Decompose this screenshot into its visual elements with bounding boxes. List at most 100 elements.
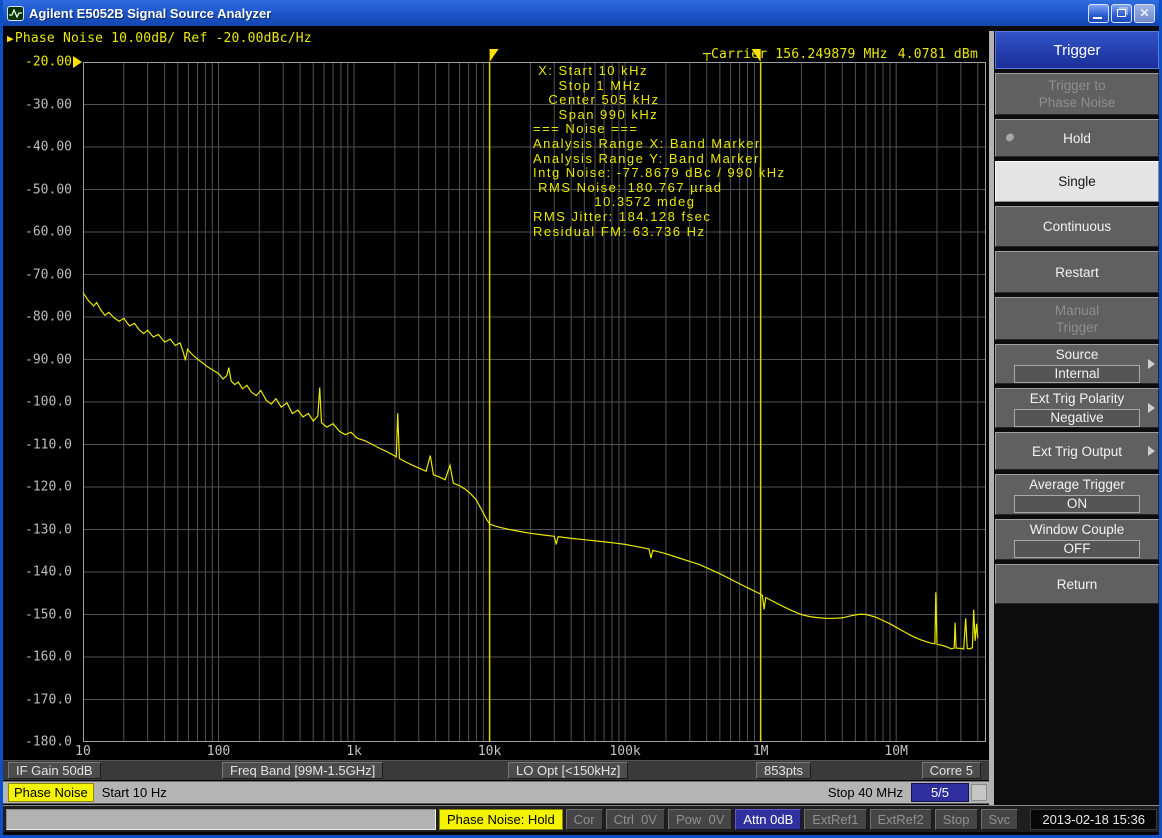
- analysis-line: Analysis Range X: Band Marker: [533, 137, 786, 152]
- analysis-line: 10.3572 mdeg: [533, 195, 786, 210]
- softkey-label: Trigger to Phase Noise: [1039, 77, 1116, 111]
- softkey-average-trigger[interactable]: Average Trigger ON: [995, 474, 1159, 515]
- phase-noise-chart-panel: ▶Phase Noise 10.00dB/ Ref -20.00dBc/Hz ┬…: [3, 26, 989, 805]
- x-tick-label: 100: [207, 744, 230, 759]
- menu-title: Trigger: [995, 31, 1159, 69]
- softkey-trigger-to-phase-noise[interactable]: Trigger to Phase Noise: [995, 73, 1159, 115]
- entry-readout-panel: [6, 809, 436, 830]
- app-window: Agilent E5052B Signal Source Analyzer ✕ …: [0, 0, 1162, 838]
- x-tick-label: 10M: [884, 744, 907, 759]
- carrier-frequency: ┬Carrier 156.249879 MHz: [703, 47, 888, 62]
- softkey-source[interactable]: Source Internal: [995, 344, 1159, 384]
- softkey-label: Restart: [1055, 264, 1099, 281]
- y-tick-label: -50.00: [25, 182, 72, 197]
- submenu-arrow-icon: [1148, 446, 1155, 456]
- rf-setting-if-gain: IF Gain 50dB: [8, 762, 101, 779]
- softkey-label: Ext Trig Polarity: [1030, 390, 1125, 407]
- softkey-manual-trigger[interactable]: Manual Trigger: [995, 297, 1159, 340]
- x-tick-label: 100k: [609, 744, 640, 759]
- minimize-icon: [1093, 17, 1102, 19]
- page-indicator-tail: [971, 784, 987, 801]
- y-tick-label: -150.0: [25, 607, 72, 622]
- y-tick-label: -100.0: [25, 395, 72, 410]
- close-icon: ✕: [1135, 5, 1154, 22]
- title-bar: Agilent E5052B Signal Source Analyzer ✕: [3, 0, 1159, 26]
- analysis-line: Residual FM: 63.736 Hz: [533, 225, 786, 240]
- restore-button[interactable]: [1111, 4, 1132, 23]
- softkey-menu-panel: Trigger Trigger to Phase Noise Hold Single…: [989, 26, 1159, 805]
- y-tick-label: -130.0: [25, 522, 72, 537]
- y-tick-label: -40.00: [25, 140, 72, 155]
- softkey-restart[interactable]: Restart: [995, 251, 1159, 293]
- status-2013-02-18-15-36: 2013-02-18 15:36: [1030, 809, 1157, 830]
- status-ctrl-0v: Ctrl 0V: [606, 809, 665, 830]
- window-title: Agilent E5052B Signal Source Analyzer: [29, 6, 1086, 21]
- y-tick-label: -80.00: [25, 310, 72, 325]
- sweep-start-label: Start 10 Hz: [102, 785, 167, 800]
- reference-level-arrow-icon: [73, 56, 82, 68]
- main-area: ▶Phase Noise 10.00dB/ Ref -20.00dBc/Hz ┬…: [3, 26, 1159, 832]
- analysis-line: Stop 1 MHz: [533, 79, 786, 94]
- y-tick-label: -110.0: [25, 437, 72, 452]
- softkey-label: Hold: [1063, 130, 1091, 147]
- trace-marker-icon: ▶: [7, 32, 14, 45]
- x-tick-label: 10: [75, 744, 91, 759]
- status-pow-0v: Pow 0V: [668, 809, 732, 830]
- softkey-window-couple[interactable]: Window Couple OFF: [995, 519, 1159, 560]
- analysis-line: === Noise ===: [533, 122, 786, 137]
- softkey-hold[interactable]: Hold: [995, 119, 1159, 157]
- y-tick-label: -60.00: [25, 225, 72, 240]
- x-tick-label: 1k: [346, 744, 362, 759]
- y-tick-label: -20.00: [25, 55, 72, 70]
- restore-icon: [1117, 9, 1126, 17]
- waveform-app-icon: [7, 6, 24, 21]
- softkey-label: Return: [1057, 576, 1098, 593]
- y-axis-labels: -20.00-30.00-40.00-50.00-60.00-70.00-80.…: [3, 62, 72, 742]
- status-extref2: ExtRef2: [870, 809, 932, 830]
- rf-setting-freq-band: Freq Band [99M-1.5GHz]: [222, 762, 383, 779]
- y-tick-label: -180.0: [25, 735, 72, 750]
- x-axis-labels: 101001k10k100k1M10M: [83, 744, 986, 760]
- submenu-arrow-icon: [1148, 359, 1155, 369]
- noise-analysis-readout: X: Start 10 kHz Stop 1 MHz Center 505 kH…: [533, 64, 786, 239]
- softkey-label: Manual Trigger: [1055, 302, 1099, 336]
- analysis-line: RMS Jitter: 184.128 fsec: [533, 210, 786, 225]
- analysis-line: Intg Noise: -77.8679 dBc / 990 kHz: [533, 166, 786, 181]
- submenu-arrow-icon: [1148, 403, 1155, 413]
- analysis-line: Center 505 kHz: [533, 93, 786, 108]
- status-cor: Cor: [566, 809, 603, 830]
- softkey-label: Window Couple: [1030, 521, 1125, 538]
- softkey-label: Average Trigger: [1029, 476, 1125, 493]
- softkey-continuous[interactable]: Continuous: [995, 206, 1159, 247]
- softkey-ext-trig-polarity[interactable]: Ext Trig Polarity Negative: [995, 388, 1159, 428]
- y-tick-label: -170.0: [25, 692, 72, 707]
- softkey-value: Negative: [1014, 409, 1140, 427]
- softkey-value: Internal: [1014, 365, 1140, 383]
- carrier-readout: ┬Carrier 156.249879 MHz 4.0781 dBm: [703, 47, 978, 62]
- x-tick-label: 1M: [753, 744, 769, 759]
- analysis-line: RMS Noise: 180.767 µrad: [533, 181, 786, 196]
- softkey-value: OFF: [1014, 540, 1140, 558]
- rf-settings-bar: IF Gain 50dBFreq Band [99M-1.5GHz]LO Opt…: [3, 760, 989, 780]
- softkey-label: Single: [1058, 173, 1096, 190]
- softkey-value: ON: [1014, 495, 1140, 513]
- y-tick-label: -160.0: [25, 650, 72, 665]
- status-phase-noise-hold: Phase Noise: Hold: [439, 809, 563, 830]
- close-button[interactable]: ✕: [1134, 4, 1155, 23]
- x-tick-label: 10k: [478, 744, 501, 759]
- softkey-ext-trig-output[interactable]: Ext Trig Output: [995, 432, 1159, 470]
- menu-scroll-strip[interactable]: [989, 31, 994, 805]
- minimize-button[interactable]: [1088, 4, 1109, 23]
- measurement-mode-badge: Phase Noise: [8, 783, 94, 802]
- softkey-single[interactable]: Single: [995, 161, 1159, 202]
- rf-setting-853pts: 853pts: [756, 762, 811, 779]
- status-extref1: ExtRef1: [804, 809, 866, 830]
- status-bar: Phase Noise: HoldCorCtrl 0VPow 0VAttn 0d…: [3, 805, 1159, 832]
- softkey-label: Source: [1056, 346, 1099, 363]
- carrier-power: 4.0781 dBm: [898, 47, 978, 62]
- softkey-label: Ext Trig Output: [1032, 443, 1122, 460]
- analysis-line: X: Start 10 kHz: [533, 64, 786, 79]
- sweep-stop-label: Stop 40 MHz: [828, 785, 903, 800]
- y-tick-label: -70.00: [25, 267, 72, 282]
- softkey-return[interactable]: Return: [995, 564, 1159, 604]
